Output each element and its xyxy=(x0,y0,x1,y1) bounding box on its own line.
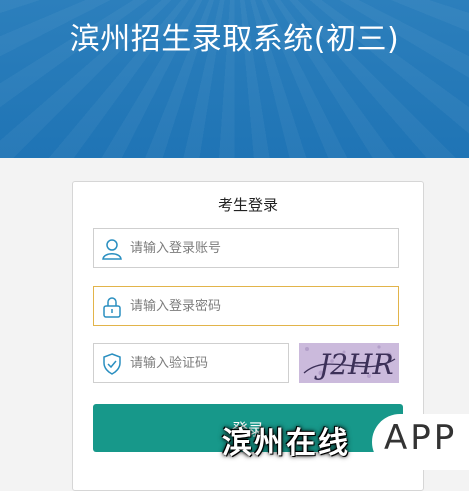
captcha-input[interactable] xyxy=(130,344,280,382)
lock-icon xyxy=(103,297,121,318)
account-input[interactable] xyxy=(130,229,390,267)
password-field xyxy=(93,286,399,326)
captcha-field xyxy=(93,343,289,383)
login-title: 考生登录 xyxy=(217,196,278,214)
captcha-image[interactable]: J2HR xyxy=(299,343,399,383)
shield-check-icon xyxy=(103,353,121,375)
watermark: 滨州在线 APP xyxy=(212,414,469,475)
page-title: 滨州招生录取系统(初三) xyxy=(69,22,400,57)
user-icon xyxy=(102,239,122,260)
header-banner: 滨州招生录取系统(初三) xyxy=(0,0,469,158)
captcha-graphic: J2HR xyxy=(299,343,399,383)
watermark-app: APP xyxy=(384,418,458,458)
watermark-name: 滨州在线 xyxy=(222,426,350,461)
password-input[interactable] xyxy=(130,287,390,325)
account-field xyxy=(93,228,399,268)
